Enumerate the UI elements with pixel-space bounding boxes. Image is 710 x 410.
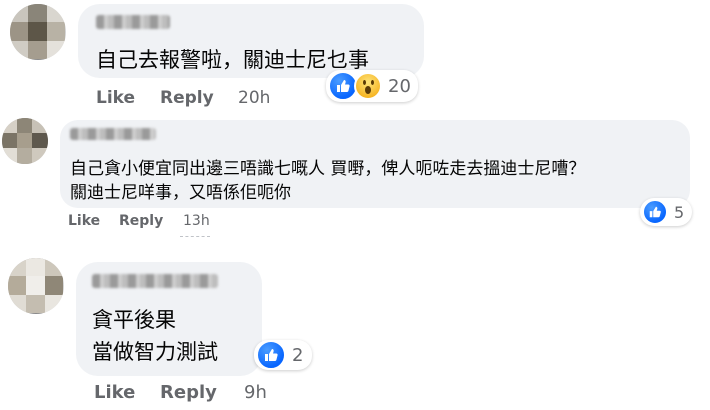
like-button[interactable]: Like (96, 88, 135, 108)
reply-button[interactable]: Reply (119, 213, 163, 229)
like-icon (642, 199, 668, 225)
comment-text-line-1: 貪平後果 (92, 308, 176, 332)
reaction-count: 5 (674, 202, 685, 222)
comment-bubble: 自己去報警啦，關迪士尼乜事 (78, 4, 424, 78)
timestamp[interactable]: 9h (244, 382, 267, 403)
timestamp[interactable]: 20h (238, 88, 270, 108)
thread-divider (180, 236, 210, 237)
reply-button[interactable]: Reply (160, 88, 214, 108)
like-button[interactable]: Like (94, 382, 135, 403)
avatar[interactable] (2, 118, 48, 164)
timestamp[interactable]: 13h (183, 213, 210, 229)
comment-text-line-1: 自己貪小便宜同出邊三唔識七嘅人 買嘢，俾人呃咗走去搵迪士尼嘈？ (70, 159, 586, 179)
comment-text-line-2: 關迪士尼咩事，又唔係佢呃你 (70, 183, 291, 203)
like-icon (256, 340, 286, 370)
author-name[interactable] (92, 274, 218, 288)
comment-bubble: 自己貪小便宜同出邊三唔識七嘅人 買嘢，俾人呃咗走去搵迪士尼嘈？ 關迪士尼咩事，又… (60, 120, 690, 208)
comment-text-line-2: 當做智力測試 (92, 340, 218, 364)
comment-text: 自己去報警啦，關迪士尼乜事 (96, 48, 369, 72)
reaction-count: 2 (292, 344, 304, 366)
reaction-summary[interactable]: 20 (326, 70, 418, 102)
avatar[interactable] (8, 258, 64, 314)
reaction-summary[interactable]: 2 (254, 340, 312, 370)
reaction-count: 20 (388, 75, 411, 97)
comment-bubble: 貪平後果 當做智力測試 (76, 262, 262, 376)
author-name[interactable] (70, 128, 156, 140)
author-name[interactable] (96, 15, 170, 29)
reaction-summary[interactable]: 5 (640, 198, 692, 226)
wow-icon (354, 72, 382, 100)
avatar[interactable] (10, 4, 66, 60)
reply-button[interactable]: Reply (160, 382, 217, 403)
like-button[interactable]: Like (68, 213, 100, 229)
